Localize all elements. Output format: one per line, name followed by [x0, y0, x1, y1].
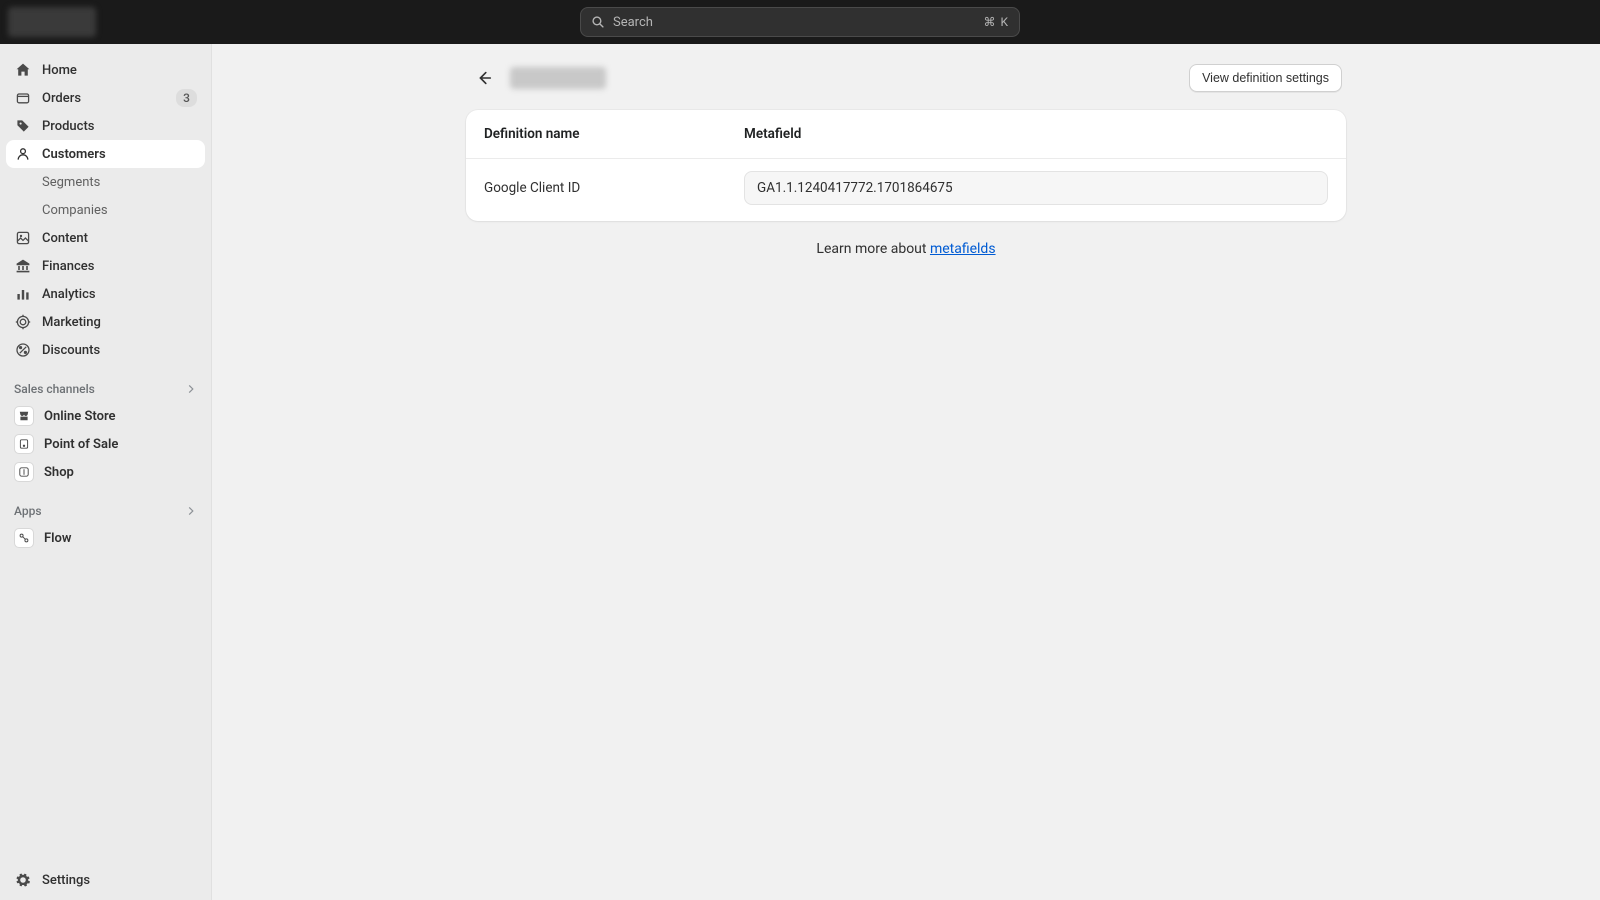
bars-icon [14, 285, 32, 303]
section-header-apps[interactable]: Apps [6, 498, 205, 524]
page: View definition settings Definition name… [466, 64, 1346, 257]
sidebar-item-marketing[interactable]: Marketing [6, 308, 205, 336]
definition-name: Google Client ID [484, 180, 744, 196]
shop-icon [14, 462, 34, 482]
search-icon [591, 15, 605, 29]
bank-icon [14, 257, 32, 275]
sidebar-item-finances[interactable]: Finances [6, 252, 205, 280]
section-header-label: Apps [14, 504, 42, 518]
chevron-right-icon [185, 505, 197, 517]
sidebar-channel-online-store[interactable]: Online Store [6, 402, 205, 430]
target-icon [14, 313, 32, 331]
definition-card: Definition name Metafield Google Client … [466, 110, 1346, 221]
page-header: View definition settings [466, 64, 1346, 92]
sidebar-item-label: Settings [42, 873, 197, 888]
search-placeholder: Search [613, 15, 975, 30]
main: View definition settings Definition name… [212, 44, 1600, 900]
sidebar-app-flow[interactable]: Flow [6, 524, 205, 552]
content-icon [14, 229, 32, 247]
metafield-value-input[interactable]: GA1.1.1240417772.1701864675 [744, 171, 1328, 205]
view-definition-settings-button[interactable]: View definition settings [1189, 64, 1342, 92]
store-icon [14, 406, 34, 426]
sidebar-item-label: Marketing [42, 315, 197, 330]
sidebar-item-label: Customers [42, 147, 197, 162]
sidebar: Home Orders 3 Products Customers [0, 44, 212, 900]
gear-icon [14, 871, 32, 889]
page-header-left [470, 64, 606, 92]
sidebar-item-label: Companies [42, 203, 197, 218]
nav: Home Orders 3 Products Customers [6, 56, 205, 860]
chevron-right-icon [185, 383, 197, 395]
column-header-name: Definition name [484, 126, 744, 142]
pos-icon [14, 434, 34, 454]
sidebar-item-home[interactable]: Home [6, 56, 205, 84]
person-icon [14, 145, 32, 163]
logo [8, 7, 96, 37]
sidebar-item-customers[interactable]: Customers [6, 140, 205, 168]
arrow-left-icon [475, 69, 493, 87]
sidebar-item-label: Products [42, 119, 197, 134]
sidebar-sub-segments[interactable]: Segments [6, 168, 205, 196]
back-button[interactable] [470, 64, 498, 92]
sidebar-item-discounts[interactable]: Discounts [6, 336, 205, 364]
search-input[interactable]: Search ⌘ K [580, 7, 1020, 37]
sidebar-item-label: Orders [42, 91, 166, 106]
sidebar-item-label: Home [42, 63, 197, 78]
sidebar-item-label: Shop [44, 465, 197, 480]
sidebar-item-label: Finances [42, 259, 197, 274]
sidebar-item-products[interactable]: Products [6, 112, 205, 140]
sidebar-item-label: Discounts [42, 343, 197, 358]
sidebar-sub-companies[interactable]: Companies [6, 196, 205, 224]
card-header: Definition name Metafield [466, 110, 1346, 159]
sidebar-settings[interactable]: Settings [6, 866, 205, 894]
column-header-metafield: Metafield [744, 126, 1328, 142]
sidebar-item-orders[interactable]: Orders 3 [6, 84, 205, 112]
flow-icon [14, 528, 34, 548]
sidebar-item-content[interactable]: Content [6, 224, 205, 252]
sidebar-footer: Settings [6, 860, 205, 894]
table-row: Google Client ID GA1.1.1240417772.170186… [466, 159, 1346, 221]
sidebar-item-label: Content [42, 231, 197, 246]
orders-icon [14, 89, 32, 107]
sidebar-item-label: Point of Sale [44, 437, 197, 452]
section-header-sales[interactable]: Sales channels [6, 376, 205, 402]
sidebar-item-analytics[interactable]: Analytics [6, 280, 205, 308]
learn-more-prefix: Learn more about [816, 241, 930, 257]
sidebar-item-label: Segments [42, 175, 197, 190]
app: Home Orders 3 Products Customers [0, 44, 1600, 900]
search-wrap: Search ⌘ K [580, 7, 1020, 37]
topbar: Search ⌘ K [0, 0, 1600, 44]
tag-icon [14, 117, 32, 135]
sidebar-channel-pos[interactable]: Point of Sale [6, 430, 205, 458]
sidebar-item-label: Flow [44, 531, 197, 546]
sidebar-item-label: Online Store [44, 409, 197, 424]
home-icon [14, 61, 32, 79]
search-shortcut: ⌘ K [983, 15, 1009, 29]
sidebar-item-label: Analytics [42, 287, 197, 302]
discount-icon [14, 341, 32, 359]
page-title [510, 67, 606, 89]
section-header-label: Sales channels [14, 382, 95, 396]
learn-more: Learn more about metafields [466, 241, 1346, 257]
sidebar-channel-shop[interactable]: Shop [6, 458, 205, 486]
orders-badge: 3 [176, 89, 197, 107]
metafields-link[interactable]: metafields [930, 241, 996, 257]
